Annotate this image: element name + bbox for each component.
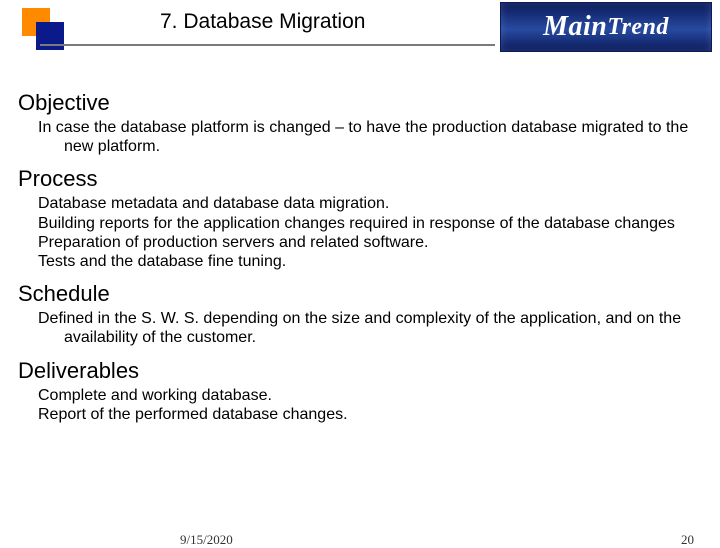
slide-title: 7. Database Migration bbox=[160, 10, 365, 34]
body-line: Database metadata and database data migr… bbox=[64, 194, 698, 213]
section-heading: Objective bbox=[18, 90, 698, 116]
body-line: Report of the performed database changes… bbox=[64, 405, 698, 424]
logo-text-trend: Trend bbox=[607, 14, 669, 41]
body-line: Preparation of production servers and re… bbox=[64, 233, 698, 252]
section-heading: Process bbox=[18, 166, 698, 192]
body-line: In case the database platform is changed… bbox=[64, 118, 698, 156]
section-body: Defined in the S. W. S. depending on the… bbox=[64, 309, 698, 347]
logo-text-main: Main bbox=[543, 11, 607, 43]
footer-page-number: 20 bbox=[681, 532, 694, 548]
body-line: Tests and the database fine tuning. bbox=[64, 252, 698, 271]
slide-content: ObjectiveIn case the database platform i… bbox=[0, 70, 720, 424]
section-body: In case the database platform is changed… bbox=[64, 118, 698, 156]
section-body: Complete and working database.Report of … bbox=[64, 386, 698, 424]
section-heading: Schedule bbox=[18, 281, 698, 307]
body-line: Building reports for the application cha… bbox=[64, 214, 698, 233]
slide-header: 7. Database Migration MainTrend bbox=[0, 0, 720, 70]
brand-logo: MainTrend bbox=[500, 2, 712, 52]
header-rule bbox=[40, 44, 495, 46]
body-line: Complete and working database. bbox=[64, 386, 698, 405]
body-line: Defined in the S. W. S. depending on the… bbox=[64, 309, 698, 347]
footer-date: 9/15/2020 bbox=[180, 532, 233, 548]
section-heading: Deliverables bbox=[18, 358, 698, 384]
section-body: Database metadata and database data migr… bbox=[64, 194, 698, 271]
